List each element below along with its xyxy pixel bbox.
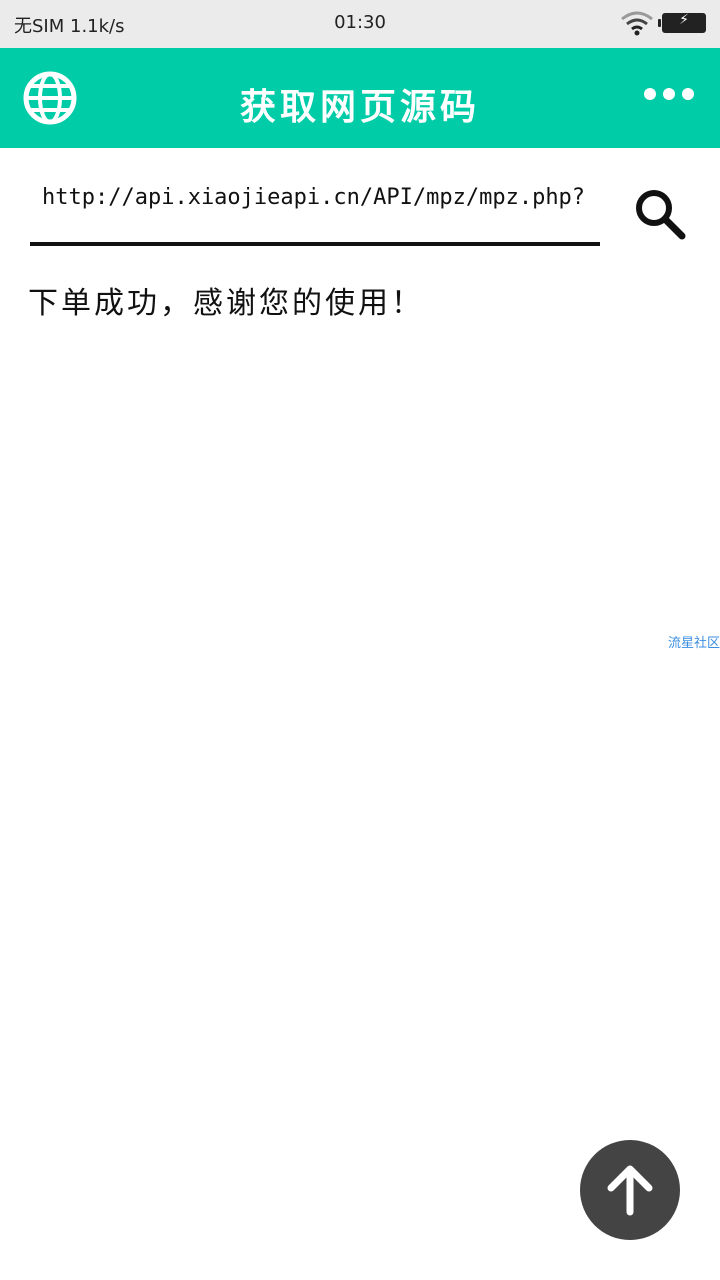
page-title: 获取网页源码 <box>239 87 480 128</box>
battery-charging-icon: ⚡ <box>658 12 706 33</box>
url-input[interactable] <box>40 184 596 211</box>
more-options-button[interactable] <box>644 88 694 100</box>
more-dot <box>663 88 675 100</box>
watermark-text: 流星社区 <box>667 636 720 651</box>
status-bar: 无SIM 1.1k/s 01:30 ⚡ <box>0 0 720 48</box>
arrow-up-icon <box>607 1165 653 1216</box>
url-field-container <box>30 176 600 246</box>
search-icon[interactable] <box>632 186 688 242</box>
more-dot <box>644 88 656 100</box>
wifi-icon <box>621 11 653 36</box>
scroll-to-top-button[interactable] <box>580 1140 680 1240</box>
more-dot <box>682 88 694 100</box>
status-time: 01:30 <box>334 12 386 33</box>
status-icons: ⚡ <box>620 10 706 36</box>
app-bar: 获取网页源码 <box>0 48 720 148</box>
result-text: 下单成功，感谢您的使用！ <box>28 286 424 321</box>
